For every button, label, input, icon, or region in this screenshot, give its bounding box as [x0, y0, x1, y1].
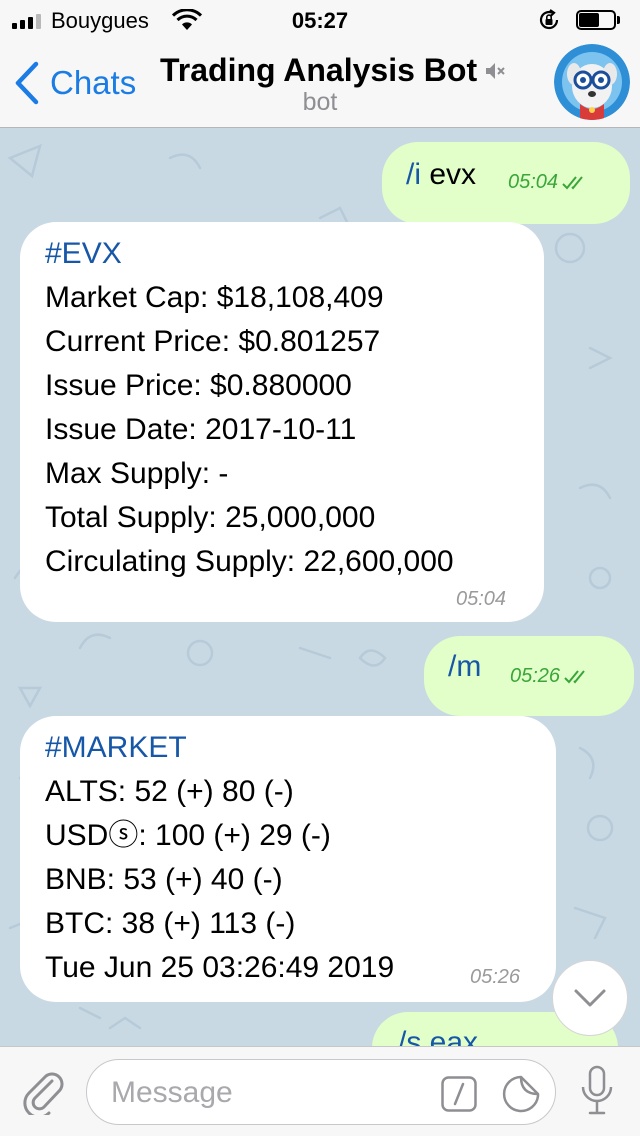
message-meta: 05:04 — [508, 171, 590, 194]
sticker-icon[interactable] — [501, 1074, 541, 1114]
message-list[interactable]: /i evx 05:04 #EVX Market Cap: $18,108,40… — [0, 128, 640, 1046]
message-time: 05:04 — [456, 588, 507, 610]
bot-command-link[interactable]: /m — [448, 650, 481, 683]
message-line: Issue Date: 2017-10-11 — [45, 413, 357, 446]
message-text: /s eax — [398, 1026, 478, 1046]
orientation-lock-icon — [539, 9, 559, 30]
message-line: Total Supply: 25,000,000 — [45, 501, 376, 534]
battery-icon — [576, 10, 620, 30]
message-line: ALTS: 52 (+) 80 (-) — [45, 775, 294, 808]
coin-info-message: #EVX Market Cap: $18,108,409 Current Pri… — [45, 232, 454, 584]
paperclip-icon[interactable] — [22, 1067, 66, 1115]
command-argument: evx — [421, 158, 477, 191]
hashtag-link[interactable]: #EVX — [45, 232, 454, 276]
message-input[interactable] — [111, 1072, 431, 1114]
message-line: BNB: 53 (+) 40 (-) — [45, 863, 283, 896]
message-line: Circulating Supply: 22,600,000 — [45, 545, 454, 578]
message-meta: 05:26 — [510, 665, 592, 688]
message-line: Max Supply: - — [45, 457, 229, 490]
chat-title[interactable]: Trading Analysis Bot — [160, 52, 477, 89]
scroll-to-bottom-button[interactable] — [552, 960, 628, 1036]
microphone-icon[interactable] — [580, 1065, 614, 1117]
message-line: Current Price: $0.801257 — [45, 325, 381, 358]
chevron-down-icon — [574, 989, 606, 1007]
speaker-muted-icon — [486, 63, 505, 79]
market-summary-message: #MARKET ALTS: 52 (+) 80 (-) USDⓢ: 100 (+… — [45, 726, 394, 990]
message-text: /m — [448, 650, 481, 684]
message-line: Market Cap: $18,108,409 — [45, 281, 384, 314]
bot-command-icon[interactable] — [441, 1076, 477, 1112]
message-composer — [0, 1046, 640, 1136]
message-time: 05:04 — [508, 171, 559, 193]
message-time: 05:26 — [470, 966, 521, 988]
hashtag-link[interactable]: #MARKET — [45, 726, 394, 770]
chat-header: Chats Trading Analysis Bot bot — [0, 40, 640, 128]
message-line: Tue Jun 25 03:26:49 2019 — [45, 951, 395, 984]
message-text: /i evx — [406, 158, 476, 192]
message-line: BTC: 38 (+) 113 (-) — [45, 907, 296, 940]
status-bar: Bouygues 05:27 — [0, 0, 640, 40]
message-field[interactable] — [86, 1059, 556, 1125]
read-checkmarks-icon — [562, 175, 583, 189]
bot-command-link[interactable]: /i — [406, 158, 421, 191]
message-line: USDⓢ: 100 (+) 29 (-) — [45, 819, 331, 852]
bot-command-link[interactable]: /s eax — [398, 1026, 478, 1046]
chat-subtitle: bot — [302, 88, 338, 116]
read-checkmarks-icon — [564, 669, 585, 683]
message-line: Issue Price: $0.880000 — [45, 369, 352, 402]
bot-avatar[interactable] — [554, 44, 630, 120]
message-time: 05:26 — [510, 665, 561, 687]
